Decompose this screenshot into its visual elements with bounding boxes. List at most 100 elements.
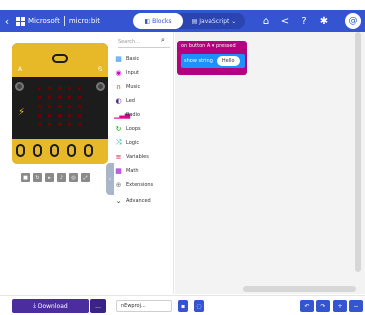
fullscreen-icon[interactable]: ⤢ [81, 173, 90, 182]
toolbox-category-radio[interactable]: ▁▃▅ Radio [114, 108, 174, 121]
bottom-toolbar: ⤓ Download ... nEwproj... ▪ ◌ ↶ ↷ + − [0, 295, 365, 315]
slow-motion-icon[interactable]: ▸ [45, 173, 54, 182]
toolbox-category-basic[interactable]: ▦ Basic [114, 52, 174, 65]
collapse-simulator-tab[interactable]: ‹ [106, 163, 114, 195]
toolbox-category-advanced[interactable]: ⌄ Advanced [114, 194, 174, 207]
shuffle-icon: ⤨ [115, 138, 122, 146]
category-label: Logic [126, 139, 140, 146]
lightning-icon: ⚡ [96, 67, 104, 78]
toolbox-category-variables[interactable]: ≡ Variables [114, 150, 174, 163]
category-label: Basic [126, 55, 140, 62]
led [48, 96, 51, 99]
pin-3v-pad[interactable] [67, 144, 76, 157]
brand-divider [63, 16, 65, 26]
share-icon[interactable]: < [276, 10, 294, 32]
microbit-board[interactable]: A B ⚡ ⚡ [12, 43, 108, 164]
category-label: Input [126, 69, 139, 76]
workspace-vertical-scrollbar[interactable] [355, 32, 361, 272]
toolbox-category-loops[interactable]: ↻ Loops [114, 122, 174, 135]
simulator-panel: A B ⚡ ⚡ ■ ↻ ▸ ♪ ◎ ⤢ ‹ [0, 32, 114, 294]
category-label: Loops [126, 125, 141, 132]
redo-icon[interactable]: ↷ [316, 300, 330, 312]
led [78, 96, 81, 99]
refresh-icon: ↻ [115, 124, 122, 133]
toolbox-category-music[interactable]: ∩ Music [114, 80, 174, 93]
button-a[interactable] [15, 82, 24, 91]
chevron-down-icon: ⌄ [115, 196, 122, 205]
led [68, 96, 71, 99]
home-icon[interactable]: ⌂ [257, 10, 275, 32]
pin-1-pad[interactable] [33, 144, 42, 157]
toolbox-category-math[interactable]: ▦ Math [114, 164, 174, 177]
gear-icon[interactable]: ✱ [315, 10, 333, 32]
led [78, 87, 81, 90]
top-menu-bar: ‹ Microsoft micro:bit ◧ Blocks ▤ JavaScr… [0, 10, 365, 32]
category-label: Radio [126, 111, 141, 118]
search-icon[interactable]: ⌕ [161, 36, 169, 44]
brand-name: Microsoft [28, 17, 60, 25]
download-label: Download [37, 302, 68, 310]
led [68, 123, 71, 126]
toolbox-category-led[interactable]: ◐ Led [114, 94, 174, 107]
github-icon[interactable]: ◌ [194, 300, 204, 312]
led [58, 96, 61, 99]
stop-icon[interactable]: ■ [21, 173, 30, 182]
blocks-mode-button[interactable]: ◧ Blocks [133, 13, 183, 29]
category-label: Advanced [126, 197, 151, 204]
button-b[interactable] [96, 82, 105, 91]
led [78, 123, 81, 126]
javascript-mode-label: JavaScript [199, 17, 230, 25]
calculator-icon: ▦ [115, 166, 122, 175]
back-chevron-icon[interactable]: ‹ [0, 10, 14, 32]
category-label: Extensions [126, 181, 154, 188]
show-string-block[interactable]: show string Hello [181, 54, 245, 68]
blocks-workspace[interactable]: on button A ▾ pressed show string Hello [175, 32, 365, 294]
download-more-button[interactable]: ... [90, 299, 106, 313]
list-icon: ≡ [115, 152, 122, 161]
microsoft-logo-icon [16, 16, 25, 26]
led [38, 96, 41, 99]
event-block-label: on button A ▾ pressed [181, 43, 236, 49]
led [68, 114, 71, 117]
project-name-input[interactable]: nEwproj... [116, 300, 172, 312]
mute-icon[interactable]: ♪ [57, 173, 66, 182]
led [38, 87, 41, 90]
zoom-in-icon[interactable]: + [333, 300, 347, 312]
makecode-editor: ‹ Microsoft micro:bit ◧ Blocks ▤ JavaScr… [0, 0, 365, 315]
string-value-field[interactable]: Hello [216, 56, 240, 66]
screenshot-icon[interactable]: ◎ [69, 173, 78, 182]
microbit-logo-icon [52, 54, 68, 63]
category-label: Music [126, 83, 141, 90]
led [68, 87, 71, 90]
led [78, 114, 81, 117]
plus-circle-icon: ⊕ [115, 180, 122, 189]
pin-0-pad[interactable] [16, 144, 25, 157]
help-icon[interactable]: ? [295, 10, 313, 32]
save-icon[interactable]: ▪ [178, 300, 188, 312]
signal-bars-icon: ▁▃▅ [114, 110, 131, 119]
headphones-icon: ∩ [115, 82, 122, 91]
led [38, 123, 41, 126]
simulator-controls: ■ ↻ ▸ ♪ ◎ ⤢ [21, 173, 90, 182]
grid-icon: ▦ [115, 54, 122, 63]
toolbox-category-input[interactable]: ◉ Input [114, 66, 174, 79]
workspace-horizontal-scrollbar[interactable] [243, 286, 356, 292]
zoom-out-icon[interactable]: − [349, 300, 363, 312]
category-label: Led [126, 97, 135, 104]
lightning-icon: ⚡ [18, 107, 26, 118]
edge-connector [12, 139, 108, 164]
user-avatar[interactable]: @ [345, 13, 361, 29]
toolbox-category-logic[interactable]: ⤨ Logic [114, 136, 174, 149]
restart-icon[interactable]: ↻ [33, 173, 42, 182]
download-button[interactable]: ⤓ Download [12, 299, 89, 313]
javascript-mode-button[interactable]: ▤ JavaScript ⌄ [183, 13, 245, 29]
editor-mode-switch: ◧ Blocks ▤ JavaScript ⌄ [133, 13, 245, 29]
pin-gnd-pad[interactable] [84, 144, 93, 157]
on-button-pressed-block[interactable]: on button A ▾ pressed show string Hello [177, 41, 247, 75]
pin-2-pad[interactable] [50, 144, 59, 157]
led [38, 105, 41, 108]
toolbox-category-extensions[interactable]: ⊕ Extensions [114, 178, 174, 191]
led [48, 105, 51, 108]
undo-icon[interactable]: ↶ [300, 300, 314, 312]
led [58, 114, 61, 117]
